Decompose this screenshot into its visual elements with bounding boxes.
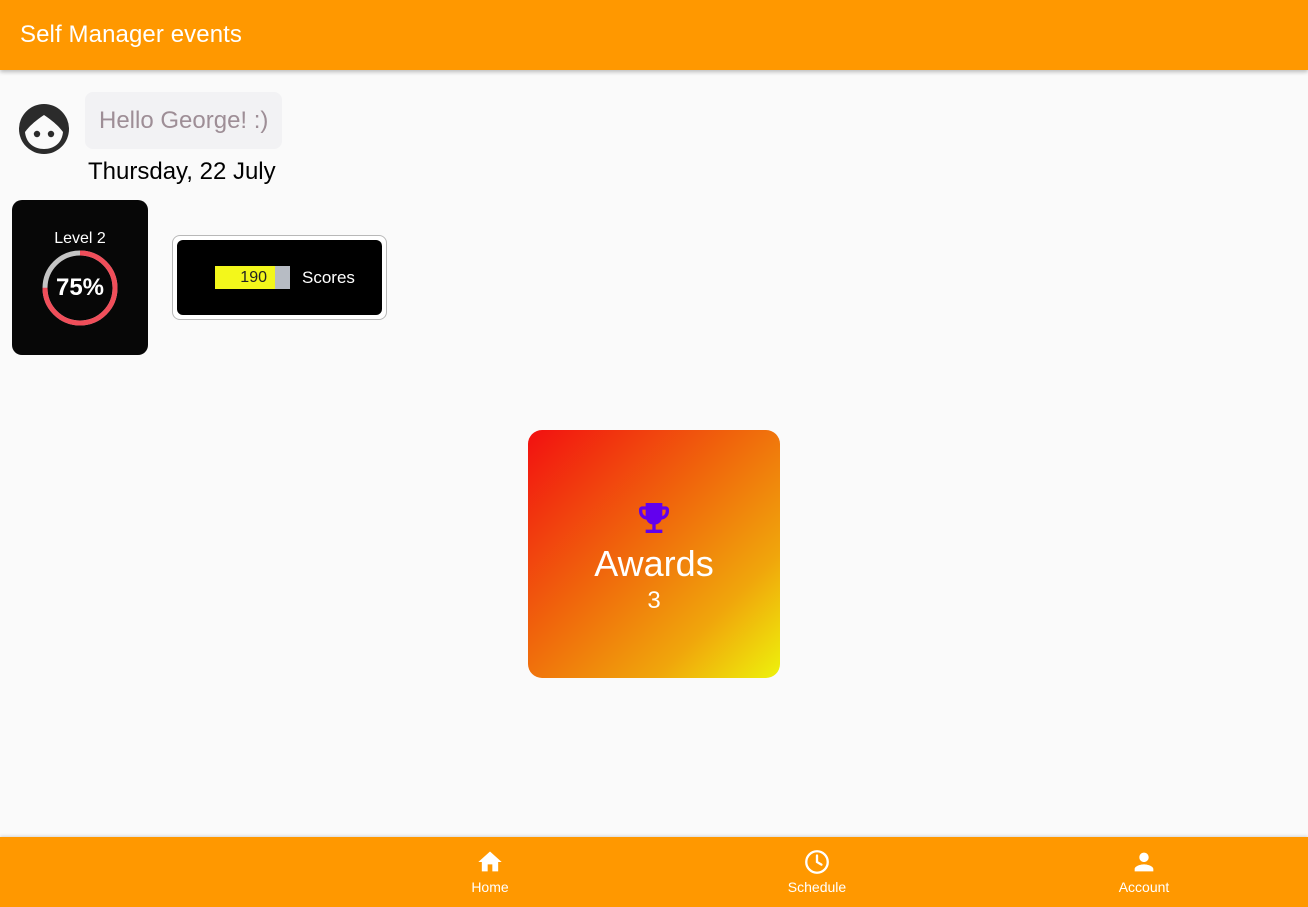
trophy-icon — [639, 503, 669, 533]
nav-label-account: Account — [1118, 879, 1170, 895]
nav-item-home[interactable]: Home — [430, 837, 550, 907]
awards-label: Awards — [594, 543, 714, 584]
scores-progress-bar: 190 — [215, 266, 290, 289]
current-date: Thursday, 22 July — [88, 158, 276, 185]
awards-card[interactable]: Awards 3 — [528, 430, 780, 678]
app-title: Self Manager events — [20, 21, 243, 48]
greeting-bubble: Hello George! :) — [85, 92, 283, 149]
app-bar: Self Manager events — [0, 0, 1308, 70]
nav-item-schedule[interactable]: Schedule — [757, 837, 877, 907]
bottom-navigation: Home Schedule Account — [0, 837, 1308, 907]
scores-label: Scores — [302, 268, 355, 287]
person-icon — [1134, 852, 1154, 872]
scores-value: 190 — [240, 269, 267, 286]
awards-count: 3 — [647, 587, 661, 614]
level-card[interactable]: Level 2 75% — [12, 200, 148, 355]
nav-label-home: Home — [471, 879, 509, 895]
level-label: Level 2 — [54, 230, 106, 247]
greeting-text: Hello George! :) — [99, 106, 269, 134]
clock-icon — [805, 850, 829, 874]
home-icon — [478, 851, 502, 872]
nav-label-schedule: Schedule — [787, 879, 847, 895]
face-icon — [16, 101, 72, 157]
nav-item-account[interactable]: Account — [1084, 837, 1204, 907]
scores-card[interactable]: 190 Scores — [177, 240, 382, 315]
level-percent: 75% — [55, 274, 105, 301]
